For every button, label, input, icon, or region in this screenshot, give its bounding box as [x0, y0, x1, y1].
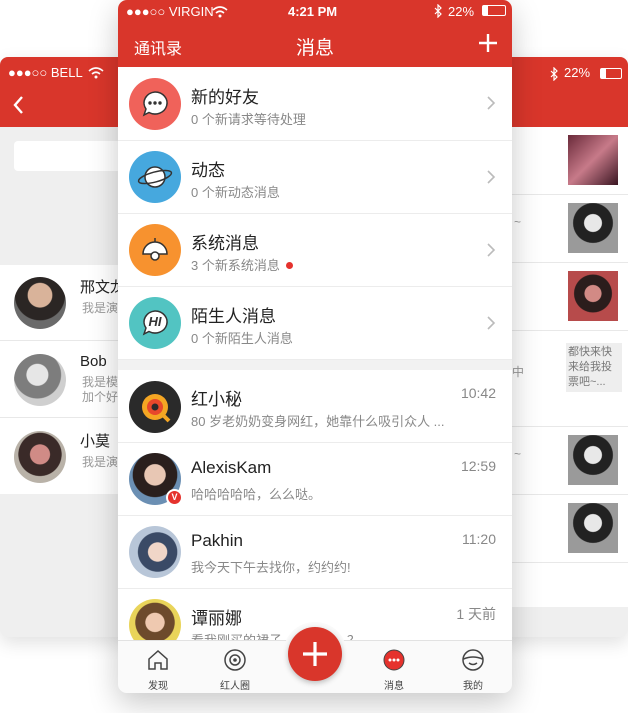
row-title: 系统消息: [191, 234, 259, 253]
tab-label: 红人圈: [220, 681, 250, 692]
moments-row[interactable]: 动态 0 个新动态消息: [118, 141, 512, 214]
photo-thumbnail: [568, 435, 618, 485]
chat-name: 谭丽娜: [191, 609, 242, 628]
chat-preview: 我今天下午去找你，约约约!: [191, 560, 351, 575]
chat-time: 10:42: [460, 385, 496, 401]
contact-name: 小莫: [80, 433, 111, 450]
row-subtitle: 0 个新陌生人消息: [191, 331, 293, 346]
hi-bubble-icon: HI: [129, 297, 181, 349]
peek-text: ~: [514, 215, 522, 229]
page-title: 消息: [295, 38, 334, 59]
chevron-right-icon: [487, 170, 496, 184]
back-chevron-icon[interactable]: [12, 95, 24, 115]
bluetooth-icon: [434, 4, 442, 18]
system-messages-row[interactable]: 系统消息 3 个新系统消息: [118, 214, 512, 287]
chevron-right-icon: [487, 96, 496, 110]
chat-preview: 哈哈哈哈哈，么么哒。: [191, 487, 322, 502]
stranger-messages-row[interactable]: HI 陌生人消息 0 个新陌生人消息: [118, 287, 512, 360]
chat-name: 红小秘: [191, 390, 242, 409]
peek-text: 中: [512, 365, 525, 379]
row-subtitle: 0 个新请求等待处理: [191, 112, 306, 127]
chat-row[interactable]: V AlexisKam 12:59 哈哈哈哈哈，么么哒。: [118, 443, 512, 516]
avatar: [14, 354, 66, 406]
battery-icon: [482, 5, 506, 16]
photo-thumbnail: [568, 271, 618, 321]
chat-preview: 80 岁老奶奶变身网红，她靠什么吸引众人 ...: [191, 414, 445, 429]
profile-icon: [462, 649, 484, 671]
message-icon: [383, 649, 405, 671]
carrier-name: ●●●○○ VIRGIN: [126, 4, 214, 19]
row-title: 新的好友: [191, 88, 259, 107]
tab-label: 我的: [463, 681, 483, 692]
peek-text: ~: [514, 447, 522, 461]
chat-time: 1 天前: [456, 606, 496, 622]
vote-note: 都快来快 来给我投 票吧~...: [566, 343, 622, 392]
plus-icon[interactable]: [476, 31, 500, 55]
chat-row[interactable]: Pakhin 11:20 我今天下午去找你，约约约!: [118, 516, 512, 589]
camera-lens-icon: [224, 649, 246, 671]
tab-label: 发现: [148, 681, 168, 692]
photo-thumbnail: [568, 203, 618, 253]
right-battery-percent: 22%: [564, 65, 591, 80]
chat-time: 12:59: [460, 458, 496, 474]
chat-name: Pakhin: [191, 531, 243, 550]
row-title: 陌生人消息: [191, 307, 276, 326]
tab-hot-circle[interactable]: 红人圈: [200, 641, 270, 693]
avatar: [129, 526, 181, 578]
row-subtitle: 0 个新动态消息: [191, 185, 280, 200]
planet-icon: [129, 151, 181, 203]
plus-icon: [303, 642, 327, 666]
tab-messages[interactable]: 消息: [359, 641, 429, 693]
bell-icon: [129, 224, 181, 276]
new-friends-row[interactable]: 新的好友 0 个新请求等待处理: [118, 67, 512, 141]
chevron-right-icon: [487, 316, 496, 330]
contact-status: 加个好: [82, 390, 119, 404]
contact-status: 我是模: [82, 375, 119, 389]
chat-name: AlexisKam: [191, 458, 272, 477]
chat-time: 11:20: [462, 531, 496, 547]
wifi-icon: [88, 67, 104, 79]
avatar: [14, 431, 66, 483]
wifi-icon: [212, 6, 228, 18]
contact-status: 我是演: [82, 455, 119, 469]
chevron-right-icon: [487, 243, 496, 257]
add-post-button[interactable]: [288, 627, 342, 681]
contact-name: Bob: [80, 353, 107, 370]
home-icon: [148, 649, 168, 670]
hi-text: HI: [148, 314, 162, 329]
avatar: [129, 381, 181, 433]
tab-discover[interactable]: 发现: [123, 641, 193, 693]
verified-badge: V: [166, 489, 183, 506]
status-time: 4:21 PM: [288, 4, 338, 19]
unread-dot: [285, 262, 293, 269]
photo-thumbnail: [568, 135, 618, 185]
battery-icon: [600, 68, 622, 79]
chat-bubble-icon: [129, 78, 181, 130]
avatar: [14, 277, 66, 329]
photo-thumbnail: [568, 503, 618, 553]
tab-label: 消息: [384, 681, 404, 692]
left-carrier: ●●●○○ BELL: [8, 65, 83, 80]
row-title: 动态: [191, 161, 225, 180]
bluetooth-icon: [550, 67, 558, 81]
row-subtitle: 3 个新系统消息: [191, 255, 293, 274]
battery-percent: 22%: [448, 4, 475, 19]
main-phone-screen: ●●●○○ VIRGIN 4:21 PM 22% 通讯录 消息 新的好友 0 个…: [118, 0, 512, 693]
contact-status: 我是演: [82, 301, 119, 315]
header-bar: ●●●○○ VIRGIN 4:21 PM 22% 通讯录 消息: [118, 0, 512, 67]
chat-row[interactable]: 红小秘 10:42 80 岁老奶奶变身网红，她靠什么吸引众人 ...: [118, 370, 512, 443]
tab-profile[interactable]: 我的: [438, 641, 508, 693]
